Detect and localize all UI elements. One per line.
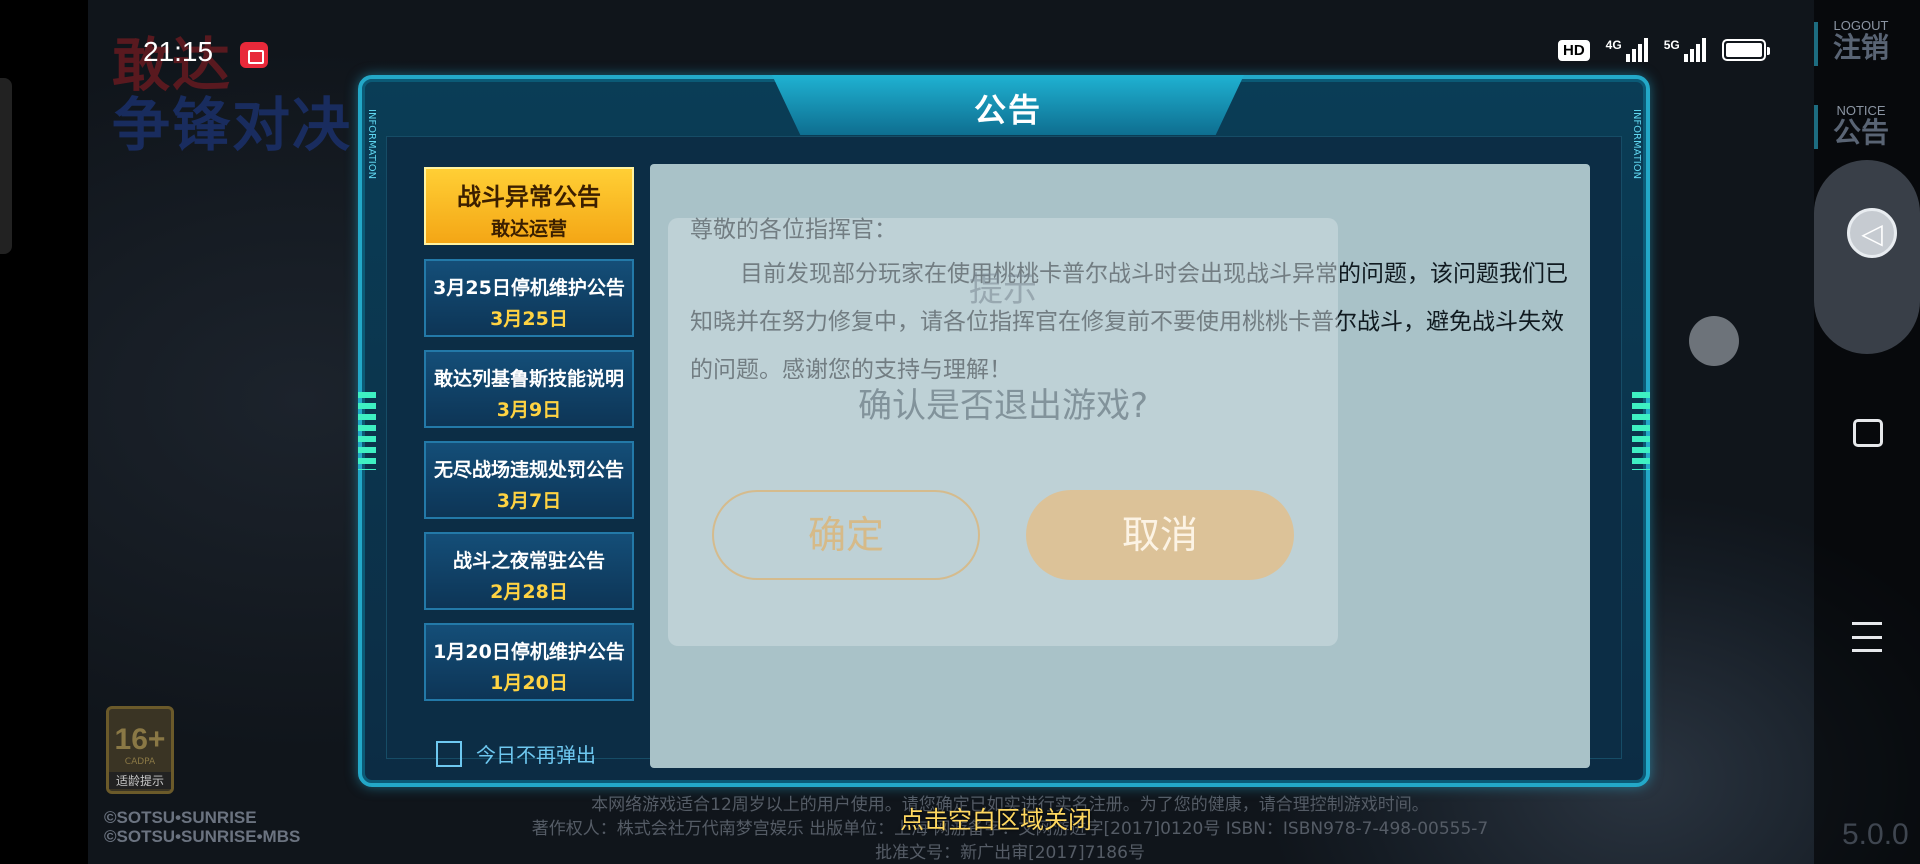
assistive-touch-dot[interactable] [1689,316,1739,366]
back-triangle-icon[interactable]: ◁ [1847,208,1897,258]
signal-4g-icon: 4G [1606,38,1648,62]
tab-maintenance-jan20[interactable]: 1月20日停机维护公告 1月20日 [424,623,634,701]
tab-date: 3月7日 [496,490,562,512]
panel-grip-left [358,392,376,470]
signal-5g-icon: 5G [1664,38,1706,62]
age-rating-badge: 16+ CADPA 适龄提示 [106,706,174,794]
version-label: 5.0.0 [1842,818,1909,851]
confirm-button[interactable]: 确定 [712,490,980,580]
tab-battle-night[interactable]: 战斗之夜常驻公告 2月28日 [424,532,634,610]
logout-button[interactable]: LOGOUT 注销 [1816,18,1906,63]
dont-show-today-label: 今日不再弹出 [476,743,596,767]
notice-en-label: NOTICE [1836,103,1886,118]
age-tip: 适龄提示 [109,772,171,789]
tab-title: 无尽战场违规处罚公告 [433,459,624,481]
logout-cn-label: 注销 [1832,32,1889,63]
panel-side-tag-left: INFORMATION [366,109,377,180]
age-rating: 16+ [114,723,166,756]
menu-icon[interactable] [1852,622,1882,652]
exit-confirm-dialog: 提示 确认是否退出游戏? 确定 取消 [668,218,1338,646]
tab-skill-description[interactable]: 敢达列基鲁斯技能说明 3月9日 [424,350,634,428]
tab-penalty-notice[interactable]: 无尽战场违规处罚公告 3月7日 [424,441,634,519]
battery-icon [1721,39,1770,61]
copyright-line2: ©SOTSU•SUNRISE•MBS [104,827,301,846]
left-screen-edge [0,0,88,864]
tab-date: 3月25日 [490,308,568,330]
dont-show-today-checkbox[interactable] [436,740,462,767]
tab-title: 战斗之夜常驻公告 [452,550,605,572]
panel-title: 公告 [973,91,1042,129]
panel-title-bar: 公告 [772,75,1244,135]
tab-battle-anomaly[interactable]: 战斗异常公告 敢达运营 [424,167,634,245]
side-notch [0,78,12,254]
tab-subtitle: 敢达运营 [490,218,567,240]
cancel-button[interactable]: 取消 [1026,490,1294,580]
tab-date: 2月28日 [490,581,568,603]
panel-grip-right [1632,392,1650,470]
notice-button[interactable]: NOTICE 公告 [1816,103,1906,148]
screen-record-icon [240,42,268,68]
tab-title: 3月25日停机维护公告 [433,277,625,299]
panel-side-tag-right: INFORMATION [1631,109,1642,180]
tab-title: 1月20日停机维护公告 [433,641,625,663]
copyright-line1: ©SOTSU•SUNRISE [104,808,257,827]
notice-cn-label: 公告 [1832,117,1889,148]
copyright: ©SOTSU•SUNRISE ©SOTSU•SUNRISE•MBS [104,808,300,846]
tab-title: 敢达列基鲁斯技能说明 [433,368,624,390]
dont-show-today-row[interactable]: 今日不再弹出 [436,739,596,768]
recent-apps-icon[interactable] [1853,419,1883,447]
hd-voice-icon: HD [1558,39,1590,61]
game-logo-line2: 争锋对决 [112,91,353,159]
tab-date: 1月20日 [490,672,568,694]
dialog-title: 提示 [969,270,1037,310]
tab-title: 战斗异常公告 [457,183,601,211]
age-rating-org: CADPA [124,757,156,767]
tab-date: 3月9日 [496,399,562,421]
status-icons: HD 4G 5G [1558,38,1770,62]
tab-maintenance-mar25[interactable]: 3月25日停机维护公告 3月25日 [424,259,634,337]
status-time: 21:15 [143,36,214,67]
dialog-message: 确认是否退出游戏? [857,386,1149,426]
logout-en-label: LOGOUT [1833,18,1889,33]
footer-notice-line3: 批准文号：新广出审[2017]7186号 [875,843,1145,863]
close-hint: 点击空白区域关闭 [900,806,1092,834]
